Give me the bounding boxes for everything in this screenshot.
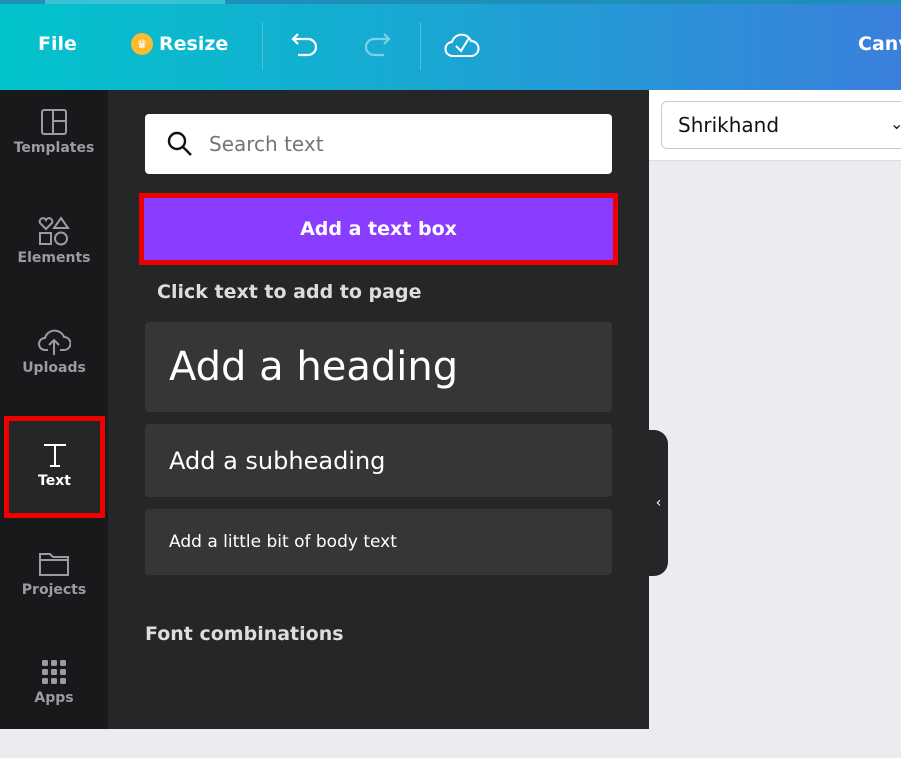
rail-label: Text	[38, 473, 71, 489]
rail-label: Uploads	[22, 360, 86, 376]
resize-label: Resize	[159, 33, 229, 55]
elements-icon	[38, 216, 70, 246]
apps-grid-icon	[42, 660, 66, 684]
divider	[420, 22, 421, 70]
resize-button[interactable]: ♛ Resize	[131, 33, 228, 55]
browser-tab-strip	[0, 0, 901, 4]
rail-label: Templates	[13, 140, 95, 156]
add-heading-button[interactable]: Add a heading	[145, 322, 612, 412]
crown-icon: ♛	[131, 33, 153, 55]
file-menu-button[interactable]: File	[38, 33, 77, 55]
top-toolbar: File ♛ Resize Canva	[0, 0, 901, 90]
rail-item-text[interactable]: Text	[4, 416, 105, 518]
text-icon	[43, 444, 66, 467]
rail-item-apps[interactable]: Apps	[0, 658, 108, 758]
redo-icon[interactable]	[360, 30, 392, 60]
divider	[262, 22, 263, 70]
collapse-panel-button[interactable]: ‹	[649, 430, 668, 576]
undo-icon[interactable]	[290, 30, 322, 60]
active-tab[interactable]	[45, 0, 225, 4]
rail-item-templates[interactable]: Templates	[0, 108, 108, 208]
search-box[interactable]	[145, 114, 612, 174]
add-text-box-button[interactable]: Add a text box	[139, 193, 618, 265]
upload-cloud-icon	[38, 329, 71, 355]
rail-item-elements[interactable]: Elements	[0, 216, 108, 316]
add-subheading-button[interactable]: Add a subheading	[145, 424, 612, 497]
search-input[interactable]	[209, 132, 589, 156]
chevron-left-icon: ‹	[655, 495, 662, 511]
font-family-value: Shrikhand	[678, 113, 780, 137]
font-family-select[interactable]: Shrikhand ⌄	[661, 101, 901, 149]
text-panel: Add a text box Click text to add to page…	[108, 90, 649, 729]
add-body-text-button[interactable]: Add a little bit of body text	[145, 509, 612, 575]
click-text-label: Click text to add to page	[157, 281, 422, 303]
rail-item-uploads[interactable]: Uploads	[0, 326, 108, 426]
folder-icon	[39, 553, 69, 576]
chevron-down-icon: ⌄	[890, 114, 901, 133]
rail-label: Projects	[21, 582, 87, 598]
rail-item-projects[interactable]: Projects	[0, 550, 108, 650]
search-icon	[167, 131, 192, 156]
brand-logo[interactable]: Canva	[858, 33, 901, 55]
side-rail: Templates Elements Uploads Text Projects…	[0, 90, 108, 729]
rail-label: Elements	[17, 250, 91, 266]
templates-icon	[41, 109, 67, 135]
font-combinations-heading: Font combinations	[145, 623, 344, 645]
rail-label: Apps	[34, 690, 74, 706]
editor-toolbar: Shrikhand ⌄	[649, 90, 901, 161]
cloud-saved-icon[interactable]	[444, 30, 480, 60]
